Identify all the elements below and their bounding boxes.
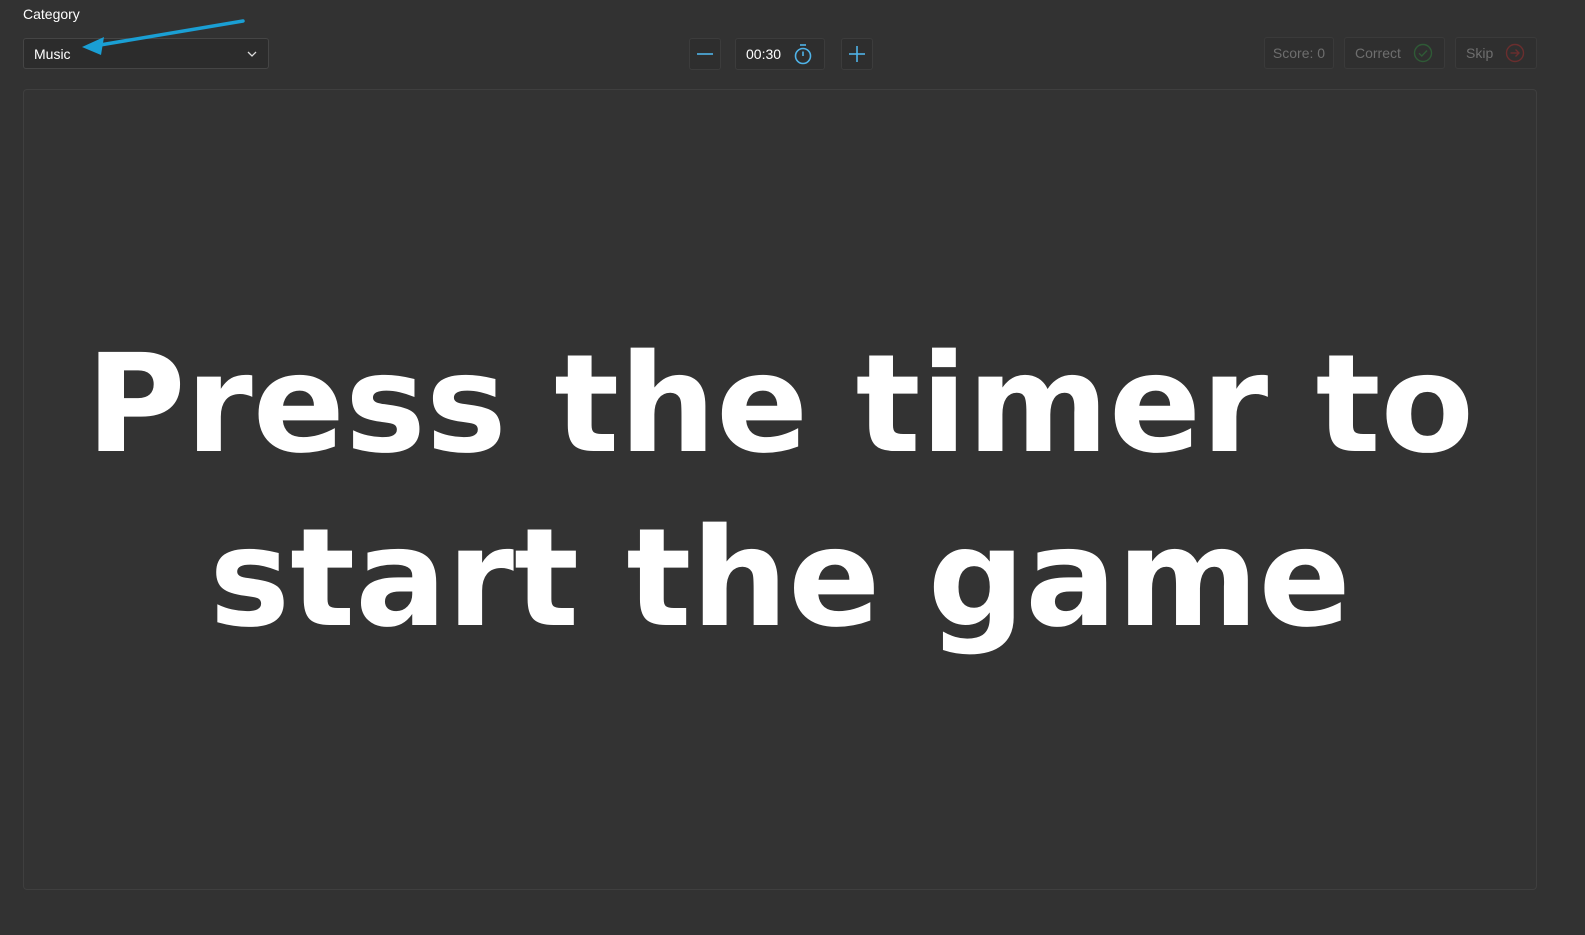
timer-display: 00:30: [746, 45, 782, 62]
category-selected-value: Music: [34, 45, 71, 62]
check-circle-icon: [1413, 43, 1433, 63]
game-actions: Score: 0 Correct Skip: [1264, 37, 1537, 69]
stopwatch-icon: [793, 43, 813, 65]
app-window: Category Music 00:30 Score: 0 Correct Sk…: [0, 0, 1585, 935]
score-display: Score: 0: [1264, 37, 1334, 69]
arrow-right-circle-icon: [1505, 43, 1525, 63]
timer-controls: 00:30: [689, 37, 873, 70]
start-timer-button[interactable]: 00:30: [735, 37, 825, 70]
decrease-time-button[interactable]: [689, 37, 721, 70]
minus-icon: [696, 45, 714, 63]
correct-label: Correct: [1355, 45, 1401, 61]
chevron-down-icon: [246, 48, 258, 60]
category-dropdown[interactable]: Music: [23, 38, 269, 69]
game-prompt: Press the timer to start the game: [85, 325, 1475, 658]
category-label: Category: [23, 6, 80, 22]
skip-label: Skip: [1466, 45, 1494, 61]
skip-button[interactable]: Skip: [1455, 37, 1537, 69]
increase-time-button[interactable]: [841, 37, 873, 70]
score-label: Score: 0: [1272, 45, 1326, 61]
correct-button[interactable]: Correct: [1344, 37, 1445, 69]
game-card: Press the timer to start the game: [23, 89, 1537, 890]
plus-icon: [848, 45, 866, 63]
